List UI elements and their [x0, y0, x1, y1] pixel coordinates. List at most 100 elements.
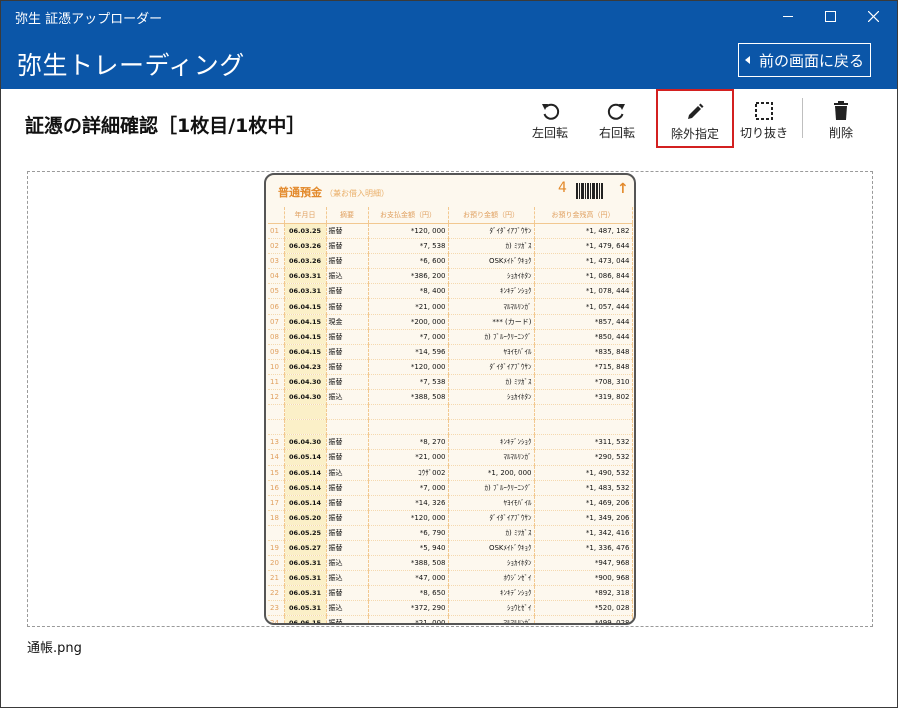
passbook-cell-dep: ﾀﾞｲﾀﾞｲｱﾌﾞｳｻﾝ [448, 359, 535, 375]
passbook-column-header: 摘要 [326, 207, 369, 224]
passbook-cell-type: 振替 [326, 344, 369, 360]
passbook-cell-bal: *1, 336, 476 [534, 540, 633, 557]
passbook-column-header [268, 207, 285, 224]
passbook-cell-no: 06 [268, 298, 285, 315]
passbook-cell-bal: *900, 968 [534, 570, 633, 587]
passbook-cell-date: 06.03.26 [284, 238, 327, 255]
table-row: 09 06.04.15 振替 *14, 596 ﾔﾖｲﾓﾊﾞｲﾙ *835, 848 [268, 344, 633, 360]
table-row: 05 06.03.31 振替 *8, 400 ｷﾝｷﾃﾞﾝｼｮｸ *1, 078, 444 [268, 283, 633, 300]
passbook-cell-type: 振替 [326, 525, 369, 541]
passbook-cell-dep: ﾔﾖｲﾓﾊﾞｲﾙ [448, 344, 535, 360]
passbook-cell-bal: *520, 028 [534, 600, 633, 617]
passbook-cell-date: 06.03.25 [284, 223, 327, 240]
arrow-up-icon: ↑ [617, 181, 629, 197]
passbook-cell-pay: *8, 650 [368, 585, 449, 602]
passbook-cell-bal: *835, 848 [534, 344, 633, 360]
passbook-cell-pay: *21, 000 [368, 615, 449, 623]
passbook-cell-type: 振替 [326, 540, 369, 557]
passbook-cell-type: 振込 [326, 268, 369, 285]
passbook-cell-type: 振替 [326, 510, 369, 526]
rotate-left-label: 左回転 [531, 126, 568, 140]
passbook-cell-no: 22 [268, 585, 285, 602]
rotate-left-icon [542, 103, 560, 120]
table-row: 02 06.03.26 振替 *7, 538 ｶ) ﾐﾂｶﾞｽ *1, 479, 644 [268, 238, 633, 255]
passbook-cell-pay: *120, 000 [368, 510, 449, 526]
passbook-cell-dep: ﾀﾞｲﾀﾞｲｱﾌﾞｳｻﾝ [448, 510, 535, 526]
passbook-cell-no: 23 [268, 600, 285, 617]
crop-button[interactable]: 切り抜き [734, 97, 794, 145]
passbook-cell-no: 20 [268, 555, 285, 572]
passbook-cell-no: 24 [268, 615, 285, 623]
passbook-cell-dep: ｶ) ﾌﾞﾙｰｸﾘｰﾆﾝｸﾞ [448, 480, 535, 496]
passbook-column-header: お預り金額（円） [448, 207, 535, 224]
passbook-cell-no: 16 [268, 480, 285, 496]
table-row: 08 06.04.15 振替 *7, 000 ｶ) ﾌﾞﾙｰｸﾘｰﾆﾝｸﾞ *850, 4… [268, 329, 633, 345]
maximize-button[interactable] [809, 1, 851, 31]
passbook-cell-dep: ｶ) ﾐﾂｶﾞｽ [448, 238, 535, 255]
passbook-cell-bal: *1, 487, 182 [534, 223, 633, 240]
table-row: 15 06.05.14 振込 ｺｳｻﾞ002 *1, 200, 000 *1, 490, … [268, 465, 633, 481]
title-bar: 弥生 証憑アップローダー [1, 1, 897, 31]
passbook-cell-pay: *6, 600 [368, 253, 449, 270]
delete-button[interactable]: 削除 [811, 97, 871, 145]
passbook-cell-dep: OSKﾒｲﾄﾞｳｷｮｸ [448, 253, 535, 270]
passbook-cell-dep: ﾎｳｼﾞﾝｾﾞｲ [448, 570, 535, 587]
passbook-cell-pay: *21, 000 [368, 298, 449, 315]
passbook-cell-no: 21 [268, 570, 285, 587]
passbook-cell-pay: *120, 000 [368, 359, 449, 375]
passbook-cell-pay: *120, 000 [368, 223, 449, 240]
minimize-button[interactable] [767, 1, 809, 31]
passbook-cell-dep: ｼｮｳﾋｾﾞｲ [448, 600, 535, 617]
passbook-cell-type: 振替 [326, 585, 369, 602]
passbook-cell-dep: ｷﾝｷﾃﾞﾝｼｮｸ [448, 283, 535, 300]
passbook-cell-bal: *1, 483, 532 [534, 480, 633, 496]
crop-select-icon [755, 102, 773, 120]
passbook-cell-no: 17 [268, 495, 285, 511]
passbook-cell-pay: *21, 000 [368, 449, 449, 466]
passbook-cell-dep: ﾏﾙﾏﾙﾘﾝｶﾞ [448, 298, 535, 315]
table-row: 21 06.05.31 振込 *47, 000 ﾎｳｼﾞﾝｾﾞｲ *900, 968 [268, 570, 633, 587]
passbook-cell-no: 18 [268, 510, 285, 526]
table-row: 24 06.06.15 振替 *21, 000 ﾏﾙﾏﾙﾘﾝｶﾞ *499, 028 [268, 615, 633, 623]
table-row: 03 06.03.26 振替 *6, 600 OSKﾒｲﾄﾞｳｷｮｸ *1, 473, 0… [268, 253, 633, 270]
passbook-cell-date: 06.05.14 [284, 449, 327, 466]
passbook-cell-no: 15 [268, 465, 285, 481]
passbook-cell-type: 振替 [326, 283, 369, 300]
passbook-cell-dep: ｼｮｶｲﾎﾀﾝ [448, 389, 535, 406]
passbook-cell-bal: *1, 469, 206 [534, 495, 633, 511]
trash-icon [834, 101, 848, 120]
brand-title: 弥生トレーディング [17, 51, 245, 80]
exclude-label: 除外指定 [670, 127, 719, 141]
app-window: 弥生 証憑アップローダー 弥生トレーディング 前の画面に戻る 証憑の詳細確認［1… [0, 0, 898, 708]
passbook-cell-bal: *1, 057, 444 [534, 298, 633, 315]
passbook-cell-pay: *47, 000 [368, 570, 449, 587]
passbook-cell-type: 振込 [326, 555, 369, 572]
chevron-left-icon [744, 56, 750, 64]
passbook-cell-no: 13 [268, 434, 285, 451]
rotate-left-button[interactable]: 左回転 [520, 97, 580, 145]
passbook-cell-no: 03 [268, 253, 285, 270]
passbook-cell-type: 振替 [326, 480, 369, 496]
passbook-cell-date: 06.04.30 [284, 389, 327, 406]
table-row: 07 06.04.15 現金 *200, 000 *** (カード) *857, 444 [268, 314, 633, 330]
rotate-right-button[interactable]: 右回転 [587, 97, 647, 145]
passbook-cell-pay: *14, 326 [368, 495, 449, 511]
passbook-cell-type: 振込 [326, 389, 369, 406]
back-button[interactable]: 前の画面に戻る [738, 43, 871, 77]
close-button[interactable] [852, 1, 894, 31]
passbook-cell-no: 07 [268, 314, 285, 330]
passbook-cell-bal: *892, 318 [534, 585, 633, 602]
table-row: 18 06.05.20 振替 *120, 000 ﾀﾞｲﾀﾞｲｱﾌﾞｳｻﾝ *1, 349… [268, 510, 633, 526]
delete-label: 削除 [828, 126, 853, 140]
passbook-cell-dep: ｷﾝｷﾃﾞﾝｼｮｸ [448, 585, 535, 602]
passbook-column-header: 年月日 [284, 207, 327, 224]
table-row: 23 06.05.31 振込 *372, 290 ｼｮｳﾋｾﾞｲ *520, 028 [268, 600, 633, 617]
passbook-cell-bal: *311, 532 [534, 434, 633, 451]
exclude-button[interactable]: 除外指定 [656, 89, 734, 148]
passbook-cell-no: 10 [268, 359, 285, 375]
passbook-cell-bal: *850, 444 [534, 329, 633, 345]
passbook-header: 普通預金 （兼お借入明細） 4 ↑ [266, 175, 634, 203]
table-row: 14 06.05.14 振替 *21, 000 ﾏﾙﾏﾙﾘﾝｶﾞ *290, 532 [268, 449, 633, 466]
passbook-cell-pay: *7, 000 [368, 329, 449, 345]
rotate-right-label: 右回転 [598, 126, 635, 140]
